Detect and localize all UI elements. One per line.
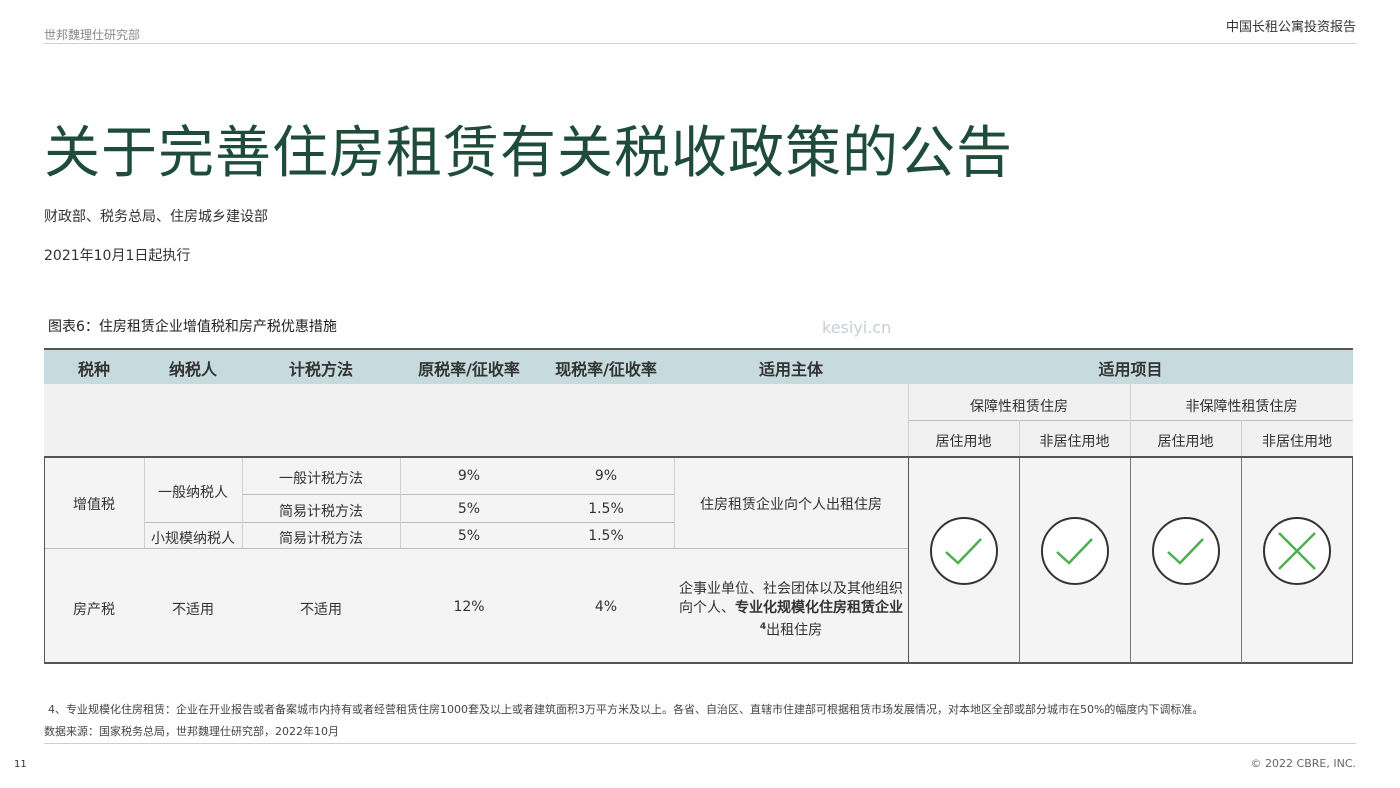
orig-rate: 5%: [457, 501, 481, 517]
page-title: 关于完善住房租赁有关税收政策的公告: [44, 121, 1013, 186]
vat-subject: 住房租赁企业向个人出租住房: [700, 497, 882, 513]
new-rate: 1.5%: [588, 528, 624, 544]
check-icon: [930, 517, 998, 585]
footnote: 4、专业规模化住房租赁：企业在开业报告或者备案城市内持有或者经营租赁住房1000…: [48, 703, 1204, 716]
land-nonresidential: 非居住用地: [1039, 434, 1110, 450]
table-caption: 图表6：住房租赁企业增值税和房产税优惠措施: [48, 319, 337, 335]
method: 简易计税方法: [279, 504, 363, 520]
row-divider: [144, 522, 674, 523]
tax-property: 房产税: [73, 602, 115, 618]
property-new-rate: 4%: [594, 599, 618, 615]
effective-date: 2021年10月1日起执行: [44, 248, 191, 264]
land-residential: 居住用地: [1157, 434, 1214, 450]
col-header-tax: 税种: [77, 360, 110, 379]
footer-divider: [44, 743, 1356, 744]
col-divider: [1241, 458, 1242, 663]
property-subject-bold: 专业化规模化住房租赁企业: [735, 600, 903, 616]
property-subject: 企事业单位、社会团体以及其他组织向个人、专业化规模化住房租赁企业4出租住房: [678, 580, 904, 641]
method: 一般计税方法: [279, 471, 363, 487]
table-right-edge: [1352, 456, 1353, 663]
col-divider: [1130, 458, 1131, 663]
table-bottom-rule: [44, 662, 1353, 664]
check-icon: [1152, 517, 1220, 585]
new-rate: 1.5%: [588, 501, 624, 517]
col-header-orig-rate: 原税率/征收率: [418, 360, 520, 379]
data-source: 数据来源：国家税务总局，世邦魏理仕研究部，2022年10月: [44, 725, 339, 738]
header-report-title: 中国长租公寓投资报告: [1225, 20, 1356, 35]
body-top-rule: [44, 456, 1353, 458]
property-payer: 不适用: [172, 602, 214, 618]
col-header-subject: 适用主体: [758, 360, 823, 379]
row-divider: [44, 548, 908, 549]
land-residential: 居住用地: [935, 434, 992, 450]
col-header-payer: 纳税人: [168, 360, 217, 379]
property-method: 不适用: [300, 602, 342, 618]
land-nonresidential: 非居住用地: [1262, 434, 1332, 450]
group-affordable: 保障性租赁住房: [970, 399, 1068, 415]
group-non-affordable: 非保障性租赁住房: [1185, 399, 1298, 415]
page-number: 11: [14, 759, 27, 770]
watermark: kesiyi.cn: [822, 318, 892, 337]
method: 简易计税方法: [279, 531, 363, 547]
new-rate: 9%: [594, 468, 618, 484]
orig-rate: 9%: [457, 468, 481, 484]
col-header-method: 计税方法: [288, 360, 353, 379]
cross-icon: [1263, 517, 1331, 585]
col-header-applicability: 适用项目: [1098, 360, 1163, 379]
check-icon: [1041, 517, 1109, 585]
col-divider: [908, 458, 909, 663]
property-subject-tail: 出租住房: [766, 622, 823, 639]
tax-table: 税种 纳税人 计税方法 原税率/征收率 现税率/征收率 适用主体 适用项目 保障…: [44, 348, 1353, 664]
tax-vat: 增值税: [73, 497, 115, 513]
copyright: © 2022 CBRE, INC.: [1250, 757, 1356, 770]
issuer: 财政部、税务总局、住房城乡建设部: [44, 209, 268, 225]
property-orig-rate: 12%: [453, 599, 485, 615]
header-divider: [44, 43, 1356, 44]
col-divider: [1019, 458, 1020, 663]
col-header-new-rate: 现税率/征收率: [555, 360, 657, 379]
row-divider: [242, 494, 674, 495]
orig-rate: 5%: [457, 528, 481, 544]
payer-small: 小规模纳税人: [151, 531, 235, 547]
header-org: 世邦魏理仕研究部: [44, 28, 141, 42]
payer-general: 一般纳税人: [158, 485, 228, 501]
table-left-edge: [44, 456, 45, 663]
